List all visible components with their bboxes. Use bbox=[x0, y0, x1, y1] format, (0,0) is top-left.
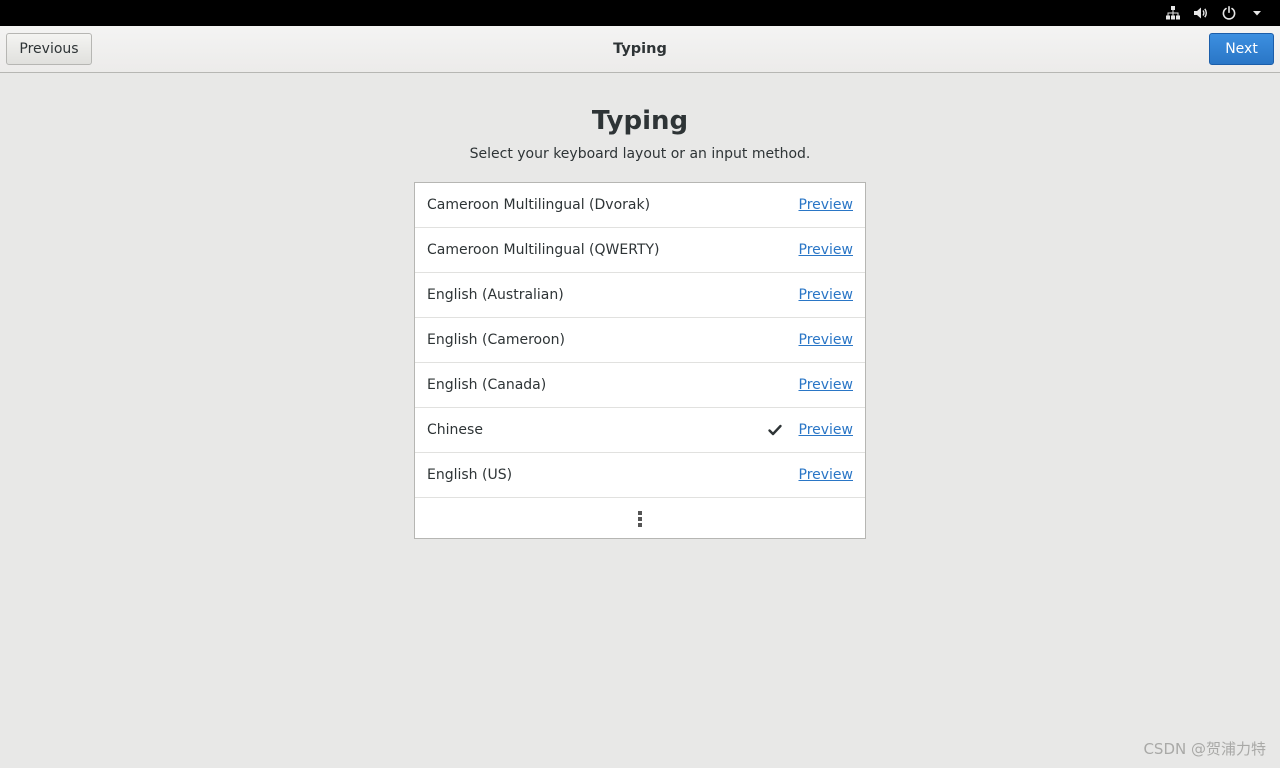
page-title: Typing bbox=[591, 106, 689, 136]
more-sources-button[interactable] bbox=[415, 498, 865, 538]
input-source-row[interactable]: English (Canada) Preview bbox=[415, 363, 865, 408]
watermark: CSDN @贺浦力特 bbox=[1143, 740, 1266, 758]
preview-link[interactable]: Preview bbox=[799, 183, 854, 227]
input-source-label: Cameroon Multilingual (Dvorak) bbox=[427, 197, 651, 213]
preview-link[interactable]: Preview bbox=[799, 363, 854, 407]
system-tray[interactable] bbox=[1164, 0, 1266, 26]
preview-link[interactable]: Preview bbox=[799, 228, 854, 272]
checkmark-icon bbox=[767, 422, 783, 438]
input-source-label: English (Cameroon) bbox=[427, 332, 565, 348]
input-source-label: English (Australian) bbox=[427, 287, 564, 303]
preview-link[interactable]: Preview bbox=[799, 408, 854, 452]
header-bar: Previous Typing Next bbox=[0, 26, 1280, 73]
header-title: Typing bbox=[613, 41, 667, 57]
input-source-row[interactable]: English (Australian) Preview bbox=[415, 273, 865, 318]
input-source-label: Chinese bbox=[427, 422, 483, 438]
network-wired-icon bbox=[1164, 4, 1182, 22]
power-icon bbox=[1220, 4, 1238, 22]
input-source-list: Cameroon Multilingual (Dvorak) Preview C… bbox=[414, 182, 866, 539]
input-source-label: English (Canada) bbox=[427, 377, 547, 393]
input-source-label: Cameroon Multilingual (QWERTY) bbox=[427, 242, 660, 258]
caret-down-icon bbox=[1248, 4, 1266, 22]
preview-link[interactable]: Preview bbox=[799, 453, 854, 497]
input-source-row[interactable]: English (US) Preview bbox=[415, 453, 865, 498]
input-source-row[interactable]: Cameroon Multilingual (Dvorak) Preview bbox=[415, 183, 865, 228]
input-source-row[interactable]: English (Cameroon) Preview bbox=[415, 318, 865, 363]
input-source-row-selected[interactable]: Chinese Preview bbox=[415, 408, 865, 453]
preview-link[interactable]: Preview bbox=[799, 273, 854, 317]
input-source-label: English (US) bbox=[427, 467, 513, 483]
top-panel bbox=[0, 0, 1280, 26]
page-subtitle: Select your keyboard layout or an input … bbox=[469, 146, 811, 162]
next-button[interactable]: Next bbox=[1209, 33, 1274, 65]
vertical-ellipsis-icon bbox=[637, 509, 643, 529]
volume-icon bbox=[1192, 4, 1210, 22]
preview-link[interactable]: Preview bbox=[799, 318, 854, 362]
input-source-row[interactable]: Cameroon Multilingual (QWERTY) Preview bbox=[415, 228, 865, 273]
